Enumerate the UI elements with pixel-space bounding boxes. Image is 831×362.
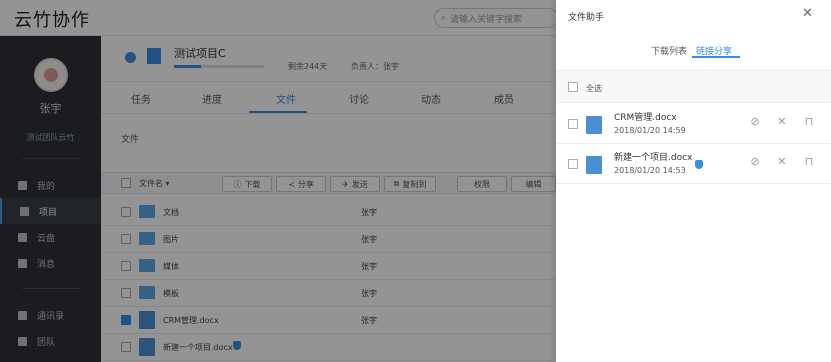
lock-icon[interactable]: ⊓ (803, 156, 815, 168)
select-all-label: 全选 (586, 84, 602, 93)
active-tab-indicator (692, 56, 740, 58)
doc-file-icon (586, 116, 602, 134)
list-item[interactable]: CRM管理.docx 2018/01/20 14:59 ⊘ ✕ ⊓ (556, 104, 831, 144)
item-name: 新建一个项目.docx (614, 153, 693, 163)
app-window: 云竹协作 ⌕ 请输入关键字搜索 张宇 测试团队云竹 我的 项目 云盘 消息 通讯… (0, 0, 831, 362)
compass-icon[interactable]: ⊘ (749, 156, 761, 168)
tab-download-list[interactable]: 下载列表 (651, 44, 687, 57)
select-all-row: 全选 (556, 71, 831, 103)
doc-file-icon (586, 156, 602, 174)
item-date: 2018/01/20 14:53 (614, 166, 686, 175)
item-name: CRM管理.docx (614, 113, 677, 123)
lock-icon[interactable]: ⊓ (803, 116, 815, 128)
list-item[interactable]: 新建一个项目.docx 2018/01/20 14:53 ⊘ ✕ ⊓ (556, 144, 831, 184)
panel-title: 文件助手 (568, 13, 605, 23)
item-checkbox[interactable] (568, 159, 578, 169)
select-all-checkbox[interactable] (568, 82, 578, 92)
item-date: 2018/01/20 14:59 (614, 126, 686, 135)
shield-icon (695, 160, 703, 169)
file-assistant-panel: 文件助手 ✕ 下载列表 链接分享 全选 CRM管理.docx 2018/01/2… (556, 0, 831, 362)
item-checkbox[interactable] (568, 119, 578, 129)
close-icon[interactable]: ✕ (776, 116, 788, 128)
close-icon[interactable]: ✕ (802, 6, 813, 21)
compass-icon[interactable]: ⊘ (749, 116, 761, 128)
modal-overlay[interactable] (0, 0, 556, 362)
close-icon[interactable]: ✕ (776, 156, 788, 168)
